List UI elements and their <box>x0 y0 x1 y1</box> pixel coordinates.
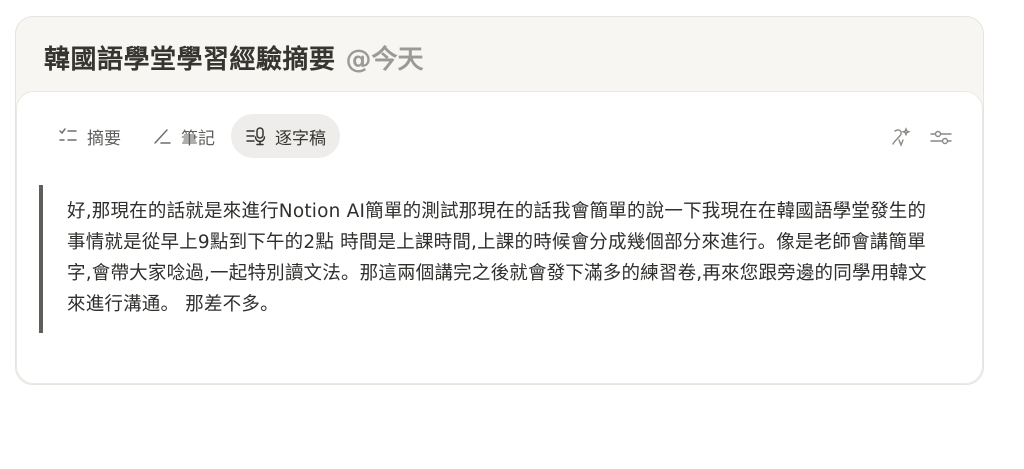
tab-bar: 摘要 筆記 逐字稿 <box>43 114 342 158</box>
pencil-icon <box>151 125 173 147</box>
date-mention[interactable]: @今天 <box>346 39 424 76</box>
tab-transcript-label: 逐字稿 <box>275 128 326 149</box>
tab-summary-label: 摘要 <box>87 128 121 149</box>
content-panel: 摘要 筆記 逐字稿 好,那現在的話就是來進行Notion AI簡單的測試那現在的… <box>16 91 983 384</box>
transcript-text[interactable]: 好,那現在的話就是來進行Notion AI簡單的測試那現在的話我會簡單的說一下我… <box>67 196 939 320</box>
tab-transcript[interactable]: 逐字稿 <box>231 114 340 158</box>
tab-notes[interactable]: 筆記 <box>137 114 229 158</box>
meeting-notes-card: 韓國語學堂學習經驗摘要 @今天 摘要 筆記 逐字稿 好,那現在的話就是來進行No… <box>15 16 984 385</box>
page-title[interactable]: 韓國語學堂學習經驗摘要 <box>44 39 336 76</box>
toolbar-right <box>874 126 954 148</box>
transcript-block: 好,那現在的話就是來進行Notion AI簡單的測試那現在的話我會簡單的說一下我… <box>39 185 939 333</box>
sliders-icon[interactable] <box>928 126 954 148</box>
transcript-mic-icon <box>245 125 267 147</box>
title-row: 韓國語學堂學習經驗摘要 @今天 <box>44 37 424 77</box>
ai-sparkle-icon[interactable] <box>888 126 914 148</box>
tab-notes-label: 筆記 <box>181 128 215 149</box>
checklist-icon <box>57 125 79 147</box>
tab-summary[interactable]: 摘要 <box>43 114 135 158</box>
